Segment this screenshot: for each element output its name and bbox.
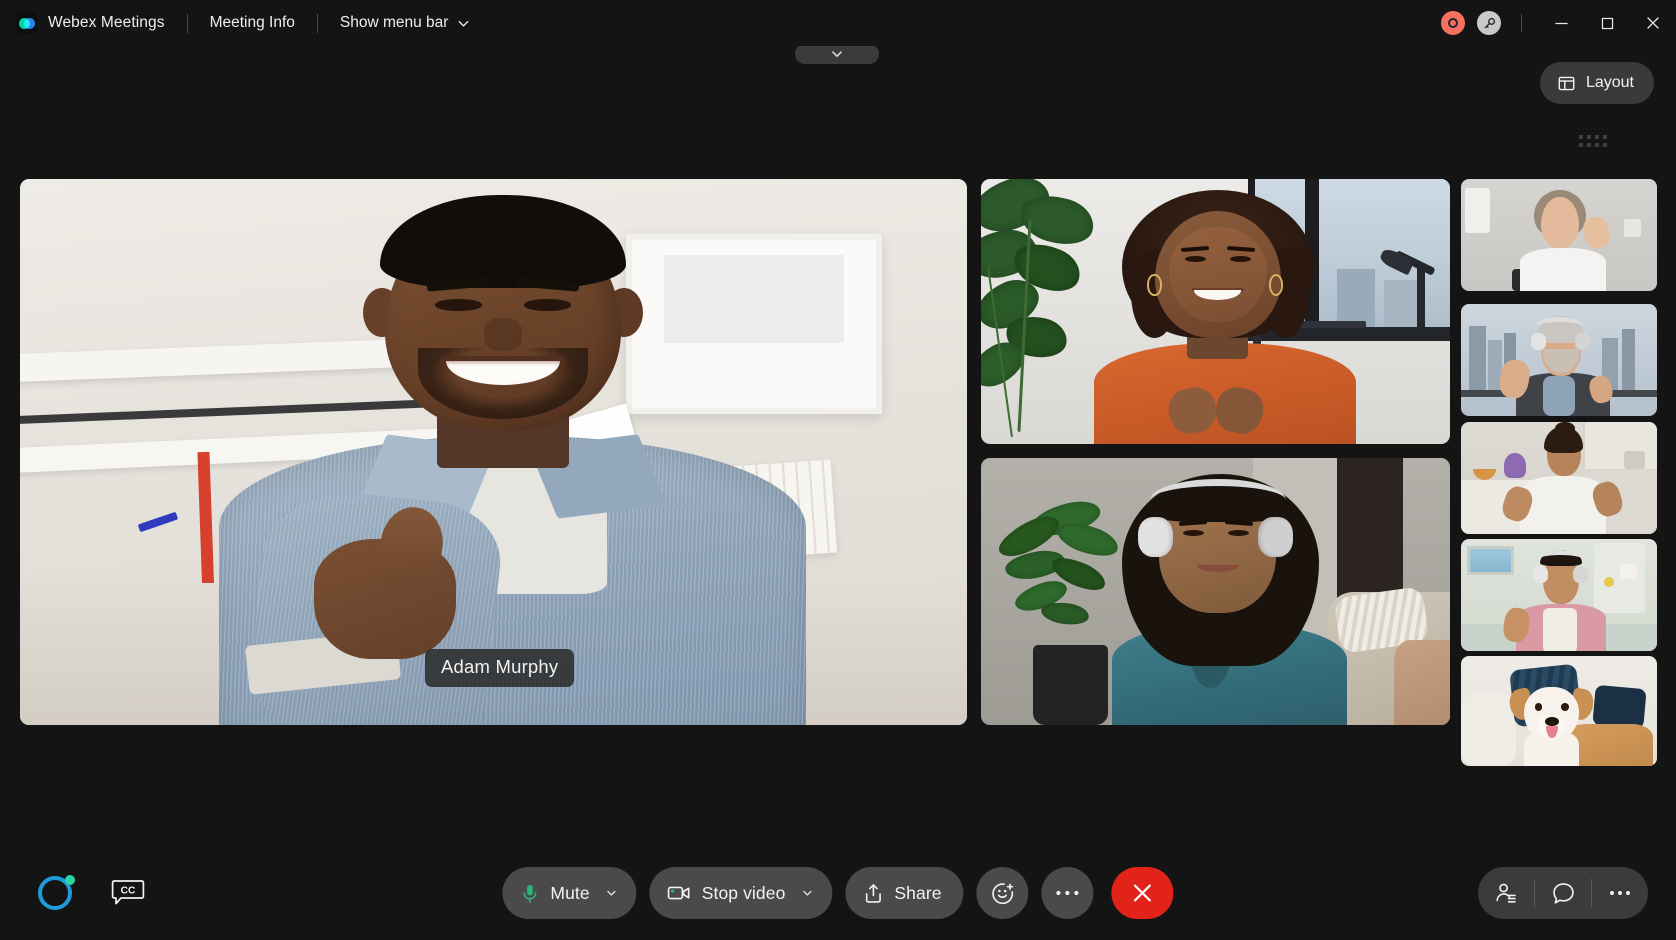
filmstrip-thumbnail[interactable] bbox=[1461, 179, 1657, 291]
participant-tile-c[interactable] bbox=[981, 458, 1450, 725]
title-bar-left: Webex Meetings Meeting Info Show menu ba… bbox=[0, 0, 471, 46]
chat-bubble-icon bbox=[1551, 881, 1576, 906]
stop-video-button[interactable]: Stop video bbox=[650, 867, 833, 919]
filmstrip-thumbnail[interactable] bbox=[1461, 656, 1657, 766]
mute-label: Mute bbox=[550, 883, 589, 904]
share-upload-icon bbox=[863, 883, 883, 904]
close-x-icon bbox=[1132, 882, 1154, 904]
show-menu-bar-button[interactable]: Show menu bar bbox=[340, 14, 472, 32]
layout-label: Layout bbox=[1586, 74, 1634, 92]
share-label: Share bbox=[894, 883, 941, 904]
share-button[interactable]: Share bbox=[845, 867, 963, 919]
leave-meeting-button[interactable] bbox=[1112, 867, 1174, 919]
layout-panel-icon bbox=[1557, 74, 1576, 93]
participant-tile-b[interactable] bbox=[981, 179, 1450, 444]
closed-captions-icon[interactable]: CC bbox=[106, 871, 150, 915]
title-bar: Webex Meetings Meeting Info Show menu ba… bbox=[0, 0, 1676, 46]
title-bar-right bbox=[1441, 0, 1676, 46]
video-options-caret[interactable] bbox=[800, 886, 814, 900]
meeting-info-button[interactable]: Meeting Info bbox=[210, 14, 295, 32]
filmstrip-thumbnail[interactable] bbox=[1461, 422, 1657, 534]
active-speaker-tile[interactable]: Adam Murphy bbox=[20, 179, 967, 725]
closed-captions-label: CC bbox=[121, 886, 136, 897]
webex-meetings-window: Webex Meetings Meeting Info Show menu ba… bbox=[0, 0, 1676, 940]
reactions-button[interactable] bbox=[977, 867, 1029, 919]
title-divider-1 bbox=[187, 14, 188, 33]
mute-options-caret[interactable] bbox=[605, 886, 619, 900]
more-controls-button[interactable] bbox=[1042, 867, 1094, 919]
filmstrip bbox=[1461, 179, 1657, 791]
close-button[interactable] bbox=[1630, 0, 1676, 46]
chevron-down-icon bbox=[800, 886, 814, 900]
show-menu-bar-label: Show menu bar bbox=[340, 14, 449, 32]
panel-more-button[interactable] bbox=[1592, 867, 1648, 919]
window-controls-divider bbox=[1521, 14, 1522, 32]
participants-button[interactable] bbox=[1478, 867, 1534, 919]
chevron-down-icon bbox=[456, 16, 471, 31]
active-speaker-name-badge: Adam Murphy bbox=[425, 649, 574, 687]
layout-button[interactable]: Layout bbox=[1540, 62, 1654, 104]
maximize-button[interactable] bbox=[1584, 0, 1630, 46]
reactions-smiley-icon bbox=[990, 881, 1015, 906]
active-speaker-video bbox=[20, 179, 967, 725]
more-horizontal-icon bbox=[1056, 889, 1080, 897]
filmstrip-thumbnail[interactable] bbox=[1461, 539, 1657, 651]
participants-icon bbox=[1494, 881, 1518, 905]
minimize-button[interactable] bbox=[1538, 0, 1584, 46]
webex-assistant-icon[interactable] bbox=[32, 870, 78, 916]
mute-button[interactable]: Mute bbox=[502, 867, 636, 919]
chat-button[interactable] bbox=[1535, 867, 1591, 919]
webex-logo-icon bbox=[16, 12, 38, 34]
microphone-icon bbox=[520, 883, 539, 904]
drag-handle-dots-icon[interactable] bbox=[1579, 135, 1607, 147]
participant-video-c bbox=[981, 458, 1450, 725]
key-icon[interactable] bbox=[1477, 11, 1501, 35]
meeting-info-label: Meeting Info bbox=[210, 14, 295, 32]
app-title: Webex Meetings bbox=[48, 14, 165, 32]
control-bar-center: Mute Stop video bbox=[502, 867, 1173, 919]
title-divider-2 bbox=[317, 14, 318, 33]
control-bar-right-panels bbox=[1478, 867, 1648, 919]
control-bar-left: CC bbox=[32, 870, 150, 916]
participant-video-b bbox=[981, 179, 1450, 444]
meeting-control-bar: CC Mute bbox=[0, 846, 1676, 940]
chevron-down-icon bbox=[605, 886, 619, 900]
collapse-header-button[interactable] bbox=[795, 44, 879, 64]
chevron-down-icon bbox=[829, 46, 845, 62]
stop-video-label: Stop video bbox=[702, 883, 786, 904]
filmstrip-thumbnail[interactable] bbox=[1461, 304, 1657, 416]
camera-icon bbox=[668, 884, 691, 902]
video-stage: Adam Murphy bbox=[0, 46, 1676, 846]
recording-indicator-icon[interactable] bbox=[1441, 11, 1465, 35]
more-horizontal-icon bbox=[1609, 889, 1631, 897]
